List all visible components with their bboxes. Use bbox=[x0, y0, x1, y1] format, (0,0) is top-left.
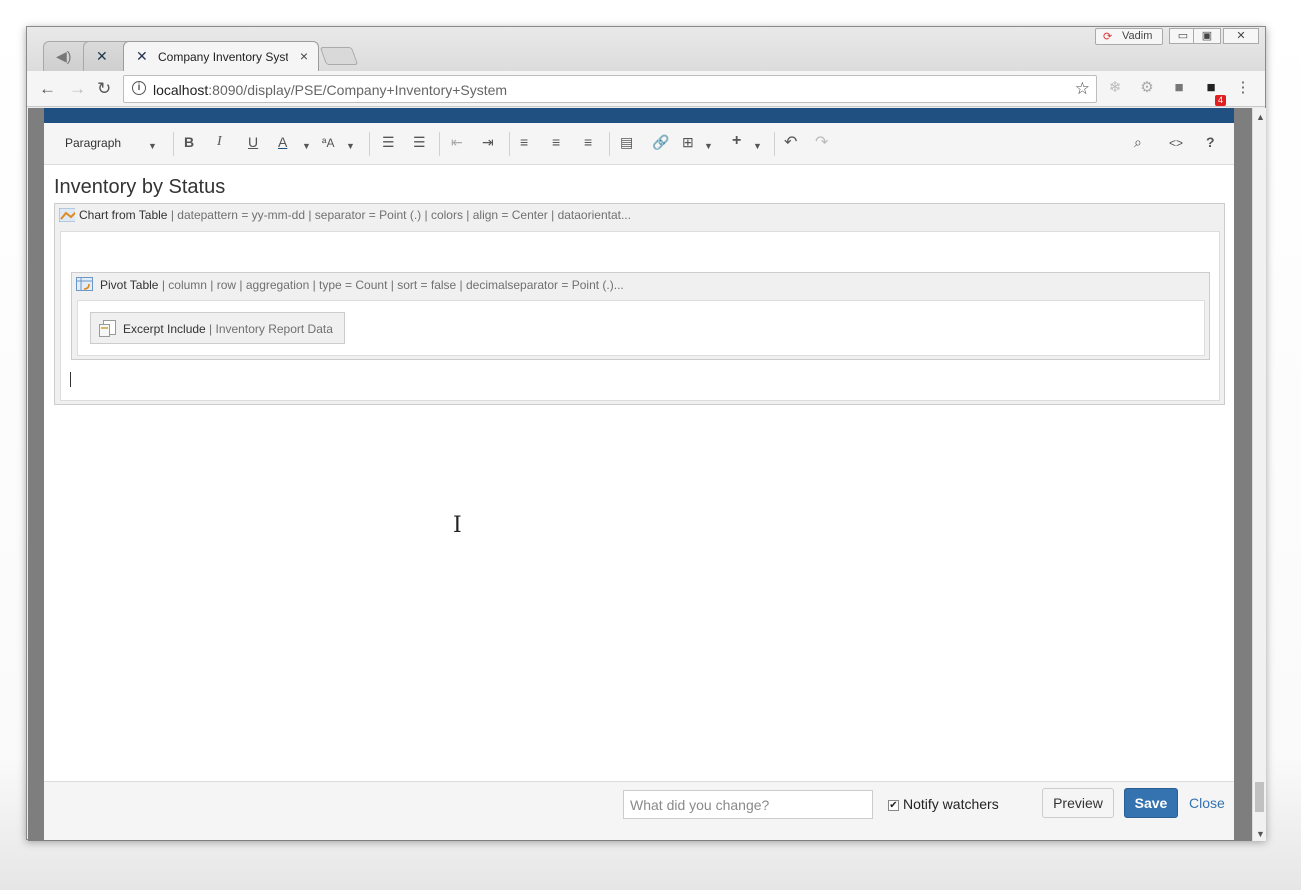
confluence-icon: ✕ bbox=[136, 48, 148, 64]
help-icon[interactable]: ? bbox=[1206, 134, 1215, 150]
pivot-macro-params: | column | row | aggregation | type = Co… bbox=[158, 278, 624, 292]
scroll-up-icon[interactable]: ▲ bbox=[1256, 112, 1265, 122]
chevron-down-icon[interactable]: ▼ bbox=[302, 141, 311, 151]
browser-toolbar: ← → ↻ i localhost:8090/display/PSE/Compa… bbox=[27, 71, 1265, 107]
pivot-macro[interactable]: Pivot Table | column | row | aggregation… bbox=[71, 272, 1210, 360]
bold-icon[interactable]: B bbox=[184, 134, 194, 150]
text-color-icon[interactable]: A bbox=[278, 134, 287, 150]
search-icon[interactable]: ⌕ bbox=[1134, 134, 1142, 151]
page-content: Paragraph ▼ B I U A ▼ ªA ▼ ☰ ☰ ⇤ ⇥ ≡ ≡ ≡ bbox=[28, 108, 1252, 841]
align-center-icon[interactable]: ≡ bbox=[552, 134, 560, 150]
insert-more-icon[interactable]: + bbox=[732, 132, 741, 150]
info-icon[interactable]: i bbox=[132, 81, 146, 95]
save-bar: ✔ Notify watchers Preview Save Close bbox=[44, 781, 1234, 840]
ibeam-cursor-icon: I bbox=[453, 513, 462, 538]
notify-watchers-label: Notify watchers bbox=[903, 796, 999, 812]
undo-icon[interactable]: ↶ bbox=[784, 132, 797, 152]
excerpt-include-label: Excerpt Include | Inventory Report Data bbox=[123, 322, 333, 336]
address-bar[interactable]: i localhost:8090/display/PSE/Company+Inv… bbox=[123, 75, 1097, 103]
chevron-down-icon[interactable]: ▼ bbox=[704, 141, 713, 151]
snowflake-extension-icon[interactable]: ❄ bbox=[1107, 80, 1123, 96]
toolbar-divider bbox=[173, 132, 174, 156]
url-text[interactable]: localhost:8090/display/PSE/Company+Inven… bbox=[153, 82, 507, 98]
pivot-macro-header[interactable]: Pivot Table | column | row | aggregation… bbox=[76, 277, 624, 292]
page-title[interactable]: Inventory by Status bbox=[54, 176, 225, 199]
page-layout-icon[interactable]: ▤ bbox=[620, 134, 633, 151]
close-button[interactable]: Close bbox=[1189, 795, 1225, 811]
notification-extension-icon[interactable]: ■ bbox=[1203, 80, 1219, 96]
chevron-down-icon[interactable]: ▼ bbox=[753, 141, 762, 151]
link-icon[interactable]: 🔗 bbox=[652, 134, 669, 151]
chart-macro-body[interactable]: Pivot Table | column | row | aggregation… bbox=[60, 231, 1220, 401]
tab-title: Company Inventory Systen bbox=[158, 50, 288, 64]
editor-toolbar: Paragraph ▼ B I U A ▼ ªA ▼ ☰ ☰ ⇤ ⇥ ≡ ≡ ≡ bbox=[44, 123, 1234, 165]
chart-macro[interactable]: Chart from Table | datepattern = yy-mm-d… bbox=[54, 203, 1225, 405]
align-left-icon[interactable]: ≡ bbox=[520, 134, 528, 150]
toolbar-divider bbox=[774, 132, 775, 156]
chevron-down-icon[interactable]: ▼ bbox=[148, 141, 157, 151]
confluence-icon: ✕ bbox=[96, 48, 108, 64]
table-icon[interactable]: ⊞ bbox=[682, 134, 694, 151]
toolbar-divider bbox=[509, 132, 510, 156]
excerpt-include-macro[interactable]: Excerpt Include | Inventory Report Data bbox=[90, 312, 345, 344]
speaker-icon: ◀) bbox=[56, 48, 72, 64]
back-icon[interactable]: ← bbox=[39, 79, 56, 99]
toolbar-divider bbox=[439, 132, 440, 156]
chart-macro-name: Chart from Table bbox=[79, 208, 168, 222]
tab-company-inventory[interactable]: ✕ Company Inventory Systen × bbox=[123, 41, 319, 71]
align-right-icon[interactable]: ≡ bbox=[584, 134, 592, 150]
square-extension-icon[interactable]: ■ bbox=[1171, 80, 1187, 96]
excerpt-include-icon bbox=[99, 320, 116, 337]
close-window-button[interactable]: ✕ bbox=[1223, 28, 1259, 44]
chart-macro-params: | datepattern = yy-mm-dd | separator = P… bbox=[167, 208, 631, 222]
numbered-list-icon[interactable]: ☰ bbox=[413, 134, 426, 151]
change-comment-input[interactable] bbox=[623, 790, 873, 819]
chevron-down-icon[interactable]: ▼ bbox=[346, 141, 355, 151]
text-cursor bbox=[70, 372, 71, 387]
toolbar-divider bbox=[609, 132, 610, 156]
page-scrollbar[interactable]: ▲ ▼ bbox=[1252, 108, 1266, 841]
menu-icon[interactable]: ⋮ bbox=[1235, 80, 1251, 96]
pivot-macro-name: Pivot Table bbox=[100, 278, 159, 292]
editor-panel: Paragraph ▼ B I U A ▼ ªA ▼ ☰ ☰ ⇤ ⇥ ≡ ≡ ≡ bbox=[44, 123, 1234, 840]
bookmark-star-icon[interactable]: ☆ bbox=[1075, 79, 1090, 99]
scroll-down-icon[interactable]: ▼ bbox=[1256, 829, 1265, 839]
profile-icon: ⟳ bbox=[1103, 31, 1113, 43]
indent-icon[interactable]: ⇥ bbox=[482, 134, 494, 151]
scrollbar-thumb[interactable] bbox=[1255, 782, 1264, 812]
italic-icon[interactable]: I bbox=[217, 134, 222, 150]
save-button[interactable]: Save bbox=[1124, 788, 1178, 818]
text-format-icon[interactable]: ªA bbox=[322, 136, 334, 150]
paragraph-style-select[interactable]: Paragraph bbox=[65, 136, 121, 150]
gear-extension-icon[interactable]: ⚙ bbox=[1139, 80, 1155, 96]
reload-icon[interactable]: ↻ bbox=[97, 79, 111, 99]
outdent-icon[interactable]: ⇤ bbox=[451, 134, 463, 151]
new-tab-button[interactable] bbox=[319, 47, 359, 65]
toolbar-divider bbox=[369, 132, 370, 156]
bullet-list-icon[interactable]: ☰ bbox=[382, 134, 395, 151]
underline-icon[interactable]: U bbox=[248, 134, 258, 150]
close-tab-icon[interactable]: × bbox=[300, 48, 308, 64]
excerpt-macro-params: | Inventory Report Data bbox=[205, 322, 333, 336]
maximize-button[interactable]: ▣ bbox=[1193, 28, 1221, 44]
excerpt-macro-name: Excerpt Include bbox=[123, 322, 206, 336]
notify-watchers-toggle[interactable]: ✔ Notify watchers bbox=[888, 796, 999, 812]
chart-macro-icon bbox=[59, 208, 75, 222]
profile-button[interactable]: ⟳ Vadim bbox=[1095, 28, 1163, 45]
profile-name: Vadim bbox=[1122, 30, 1153, 42]
forward-icon[interactable]: → bbox=[69, 79, 86, 99]
redo-icon[interactable]: ↷ bbox=[815, 132, 828, 152]
pivot-macro-icon bbox=[76, 277, 93, 291]
extension-badge: 4 bbox=[1215, 95, 1227, 106]
browser-window: ◀) ✕ ✕ Company Inventory Systen × ⟳ Vadi… bbox=[26, 26, 1266, 841]
notify-checkbox[interactable]: ✔ bbox=[888, 800, 899, 811]
source-icon[interactable]: <> bbox=[1169, 136, 1183, 150]
browser-titlebar: ◀) ✕ ✕ Company Inventory Systen × ⟳ Vadi… bbox=[27, 27, 1265, 71]
chart-macro-header[interactable]: Chart from Table | datepattern = yy-mm-d… bbox=[59, 208, 631, 222]
pivot-macro-body[interactable]: Excerpt Include | Inventory Report Data bbox=[77, 300, 1205, 356]
preview-button[interactable]: Preview bbox=[1042, 788, 1114, 818]
